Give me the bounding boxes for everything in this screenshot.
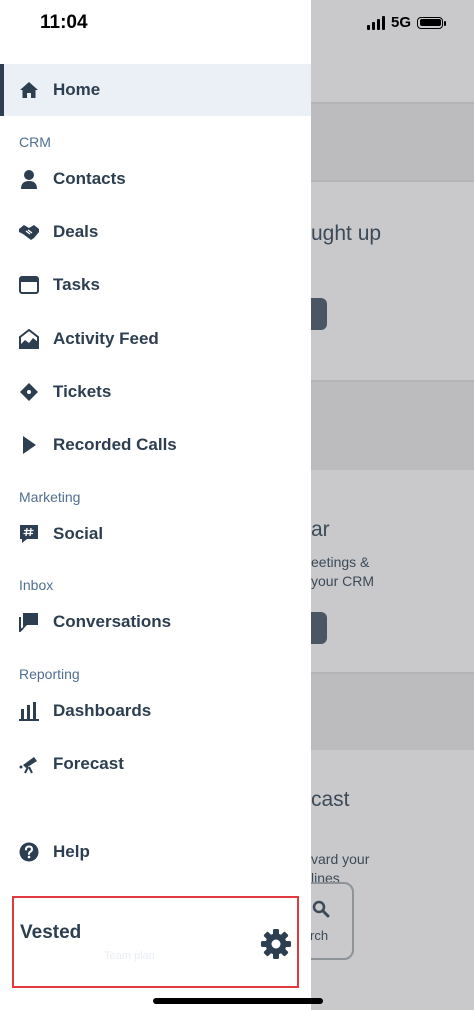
bg-card-text: eetings & [311, 554, 370, 570]
home-indicator[interactable] [153, 998, 323, 1004]
bg-search-label: rch [310, 928, 329, 943]
nav-item-home[interactable]: Home [0, 64, 311, 116]
nav-item-activity-feed[interactable]: Activity Feed [0, 313, 311, 365]
bar-chart-icon [18, 700, 40, 722]
section-reporting: Reporting [19, 666, 80, 682]
nav-item-help[interactable]: Help [0, 826, 311, 878]
status-time: 11:04 [40, 12, 88, 33]
bg-divider [311, 180, 474, 182]
person-icon [18, 168, 40, 190]
help-icon [18, 841, 40, 863]
search-icon [312, 900, 330, 918]
nav-item-label: Help [53, 842, 90, 861]
bg-card-text: vard your [311, 851, 370, 867]
bg-card-title: cast [311, 788, 350, 811]
bg-card-title: ar [311, 518, 330, 541]
nav-item-tickets[interactable]: Tickets [0, 366, 311, 418]
hashtag-icon [18, 523, 40, 545]
nav-item-tasks[interactable]: Tasks [0, 259, 311, 311]
nav-item-dashboards[interactable]: Dashboards [0, 685, 311, 737]
chat-icon [18, 611, 40, 633]
nav-item-label: Recorded Calls [53, 435, 177, 454]
nav-item-label: Tasks [53, 275, 100, 294]
bg-band [311, 382, 474, 470]
bg-band [311, 104, 474, 180]
nav-item-label: Forecast [53, 754, 124, 773]
nav-item-recorded-calls[interactable]: Recorded Calls [0, 419, 311, 471]
background-content: ught up ar eetings & your CRM cast vard … [311, 0, 474, 1010]
nav-item-forecast[interactable]: Forecast [0, 738, 311, 790]
home-icon [18, 79, 40, 101]
handshake-icon [18, 221, 40, 243]
account-switcher[interactable]: Vested Team plan [12, 896, 299, 988]
nav-item-label: Dashboards [53, 701, 152, 720]
nav-item-conversations[interactable]: Conversations [0, 596, 311, 648]
battery-icon [417, 16, 447, 29]
account-subtitle: Team plan [104, 950, 155, 962]
tasks-icon [18, 274, 40, 296]
status-bar: 11:04 5G [0, 0, 474, 46]
nav-item-deals[interactable]: Deals [0, 206, 311, 258]
signal-bars-icon [367, 15, 385, 30]
nav-item-label: Contacts [53, 169, 126, 188]
section-crm: CRM [19, 134, 51, 150]
nav-item-contacts[interactable]: Contacts [0, 153, 311, 205]
navigation-drawer: Home CRM Contacts Deals Tasks Activity F… [0, 0, 311, 1010]
section-marketing: Marketing [19, 489, 81, 505]
nav-item-label: Activity Feed [53, 329, 159, 348]
gear-icon[interactable] [260, 928, 292, 960]
play-icon [18, 434, 40, 456]
bg-card-title: ught up [311, 222, 382, 245]
telescope-icon [18, 753, 40, 775]
nav-item-label: Deals [53, 222, 99, 241]
account-name: Vested [20, 922, 82, 943]
bg-card-text: your CRM [311, 573, 375, 589]
bg-card-button [311, 612, 327, 644]
bg-band [311, 674, 474, 750]
section-inbox: Inbox [19, 577, 54, 593]
bg-card-button [311, 298, 327, 330]
nav-item-social[interactable]: Social [0, 508, 311, 560]
nav-item-label: Tickets [53, 382, 112, 401]
nav-item-label: Social [53, 524, 104, 543]
activity-icon [18, 328, 40, 350]
ticket-icon [18, 381, 40, 403]
network-label: 5G [391, 14, 412, 31]
nav-item-label: Conversations [53, 612, 172, 631]
nav-item-label: Home [53, 80, 101, 99]
